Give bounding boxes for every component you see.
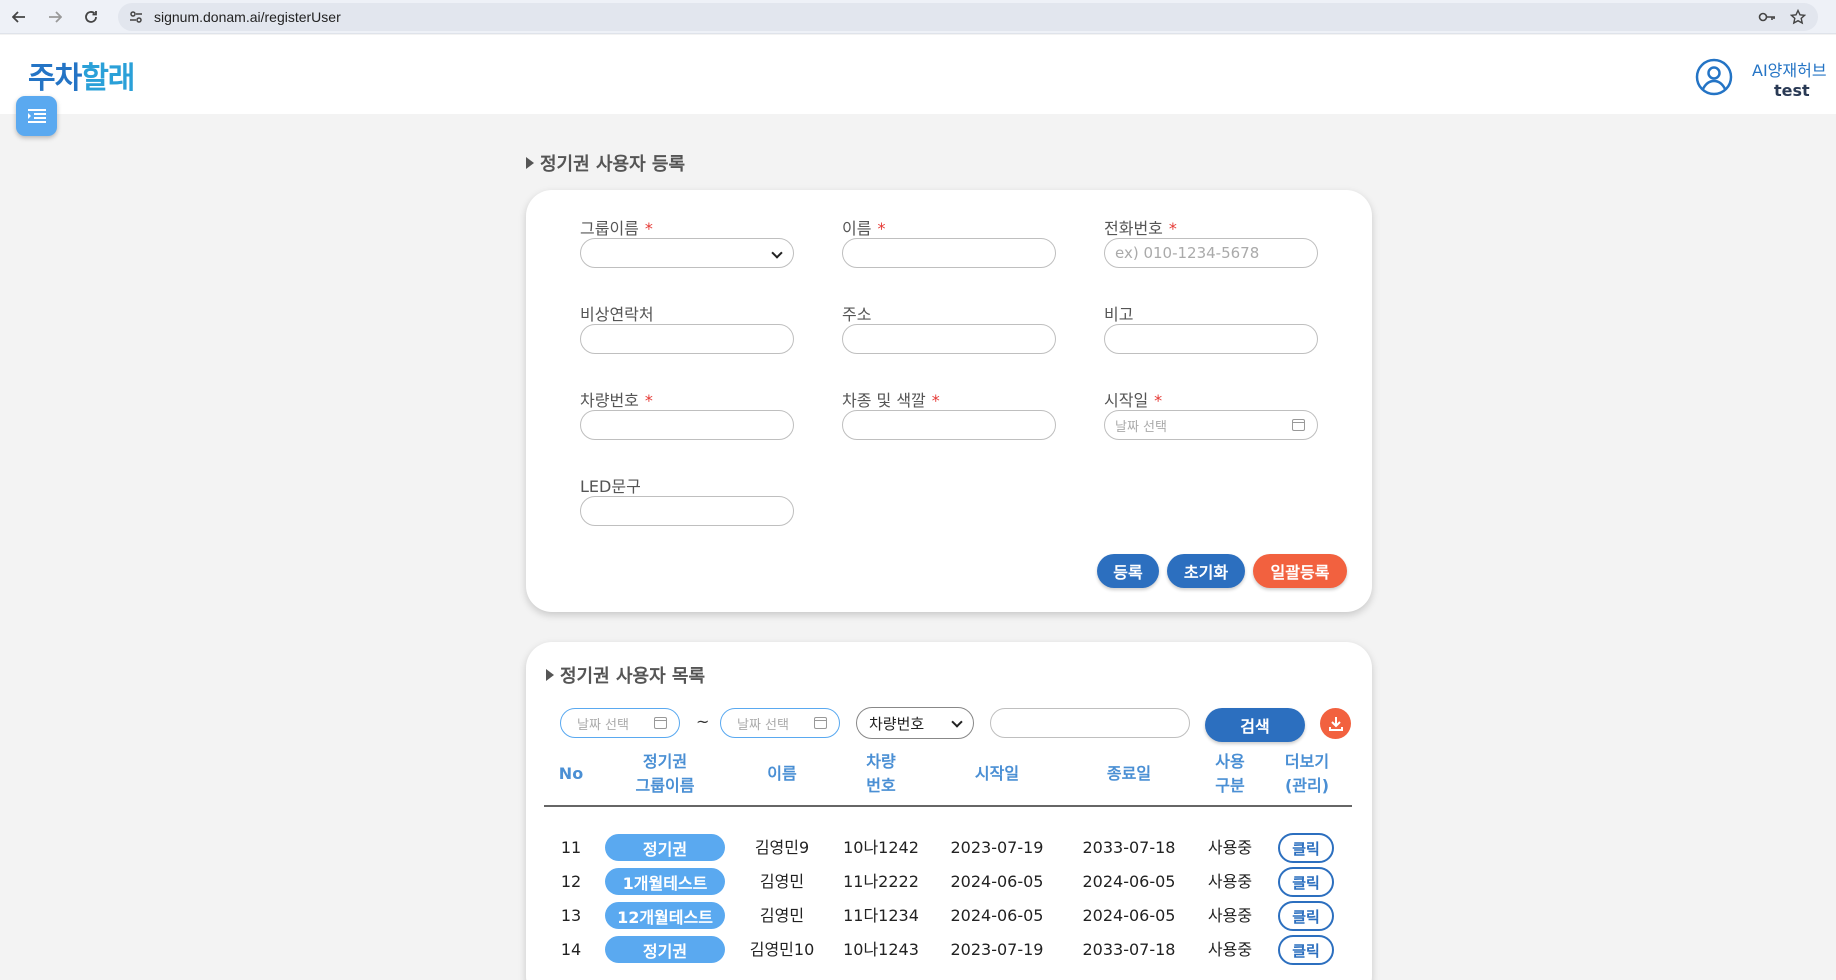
- cell-status: 사용중: [1207, 906, 1253, 925]
- cell-name: 김영민10: [749, 940, 815, 959]
- user-list-card: [526, 642, 1372, 980]
- phone-label: 전화번호 *: [1104, 219, 1177, 238]
- car-model-input[interactable]: [842, 410, 1056, 440]
- cell-no: 12: [560, 872, 582, 891]
- date-range-separator: ~: [696, 712, 710, 731]
- download-icon: [1328, 716, 1343, 731]
- search-type-select[interactable]: 차량번호: [856, 707, 974, 739]
- browser-toolbar: signum.donam.ai/registerUser: [0, 0, 1836, 34]
- bookmark-star-icon[interactable]: [1789, 8, 1807, 29]
- cell-no: 14: [560, 940, 582, 959]
- download-button[interactable]: [1320, 708, 1351, 739]
- cell-start: 2023-07-19: [950, 838, 1044, 857]
- cell-end: 2024-06-05: [1082, 872, 1176, 891]
- column-header-end: 종료일: [1106, 764, 1152, 783]
- column-header-status: 사용 구분: [1215, 752, 1245, 795]
- column-header-group: 정기권 그룹이름: [635, 752, 695, 795]
- list-section-title: 정기권 사용자 목록: [546, 662, 705, 688]
- group-badge: 1개월테스트: [605, 868, 725, 895]
- date-from-picker[interactable]: 날짜 선택: [560, 708, 680, 738]
- manage-button[interactable]: 클릭: [1278, 901, 1334, 931]
- column-header-start: 시작일: [974, 764, 1020, 783]
- cell-end: 2033-07-18: [1082, 940, 1176, 959]
- column-header-more: 더보기 (관리): [1284, 752, 1330, 795]
- led-text-input[interactable]: [580, 496, 794, 526]
- name-label: 이름 *: [842, 219, 886, 238]
- back-icon[interactable]: [10, 8, 28, 26]
- note-input[interactable]: [1104, 324, 1318, 354]
- triangle-icon: [526, 157, 534, 169]
- search-input[interactable]: [990, 708, 1190, 738]
- car-model-label: 차종 및 색깔 *: [842, 391, 940, 410]
- cell-end: 2033-07-18: [1082, 838, 1176, 857]
- site-info-icon[interactable]: [128, 9, 144, 25]
- address-label: 주소: [842, 305, 872, 324]
- register-button[interactable]: 등록: [1097, 554, 1159, 588]
- cell-name: 김영민9: [754, 838, 810, 857]
- table-header-divider: [544, 805, 1352, 807]
- cell-start: 2024-06-05: [950, 906, 1044, 925]
- address-bar[interactable]: signum.donam.ai/registerUser: [118, 3, 1818, 31]
- date-to-picker[interactable]: 날짜 선택: [720, 708, 840, 738]
- calendar-icon: [814, 717, 827, 729]
- note-label: 비고: [1104, 305, 1134, 324]
- cell-car: 11나2222: [843, 872, 919, 891]
- cell-no: 13: [560, 906, 582, 925]
- bulk-register-button[interactable]: 일괄등록: [1253, 554, 1347, 588]
- car-number-input[interactable]: [580, 410, 794, 440]
- url-text: signum.donam.ai/registerUser: [154, 9, 341, 25]
- calendar-icon: [654, 717, 667, 729]
- cell-start: 2024-06-05: [950, 872, 1044, 891]
- emergency-input[interactable]: [580, 324, 794, 354]
- cell-status: 사용중: [1207, 838, 1253, 857]
- group-badge: 정기권: [605, 834, 725, 861]
- cell-car: 10나1243: [843, 940, 919, 959]
- manage-button[interactable]: 클릭: [1278, 935, 1334, 965]
- address-input[interactable]: [842, 324, 1056, 354]
- sidebar-toggle-button[interactable]: [16, 96, 57, 136]
- cell-name: 김영민: [759, 872, 805, 891]
- reset-button[interactable]: 초기화: [1167, 554, 1245, 588]
- forward-icon[interactable]: [46, 8, 64, 26]
- group-name-label: 그룹이름 *: [580, 219, 653, 238]
- user-avatar-icon[interactable]: [1695, 58, 1733, 96]
- column-header-no: No: [558, 764, 584, 783]
- led-text-label: LED문구: [580, 477, 641, 496]
- group-name-select[interactable]: [580, 238, 794, 268]
- start-date-picker[interactable]: 날짜 선택: [1104, 410, 1318, 440]
- car-number-label: 차량번호 *: [580, 391, 653, 410]
- password-key-icon[interactable]: [1758, 9, 1776, 29]
- cell-end: 2024-06-05: [1082, 906, 1176, 925]
- group-badge: 정기권: [605, 936, 725, 963]
- cell-car: 11다1234: [843, 906, 919, 925]
- calendar-icon: [1292, 419, 1305, 431]
- cell-name: 김영민: [759, 906, 805, 925]
- column-header-name: 이름: [767, 764, 797, 783]
- cell-status: 사용중: [1207, 940, 1253, 959]
- triangle-icon: [546, 669, 554, 681]
- app-logo[interactable]: 주차할래: [28, 53, 135, 97]
- cell-status: 사용중: [1207, 872, 1253, 891]
- column-header-car: 차량 번호: [866, 752, 896, 795]
- app-header: 주차할래: [0, 35, 1836, 114]
- group-badge: 12개월테스트: [605, 902, 725, 929]
- manage-button[interactable]: 클릭: [1278, 833, 1334, 863]
- cell-no: 11: [560, 838, 582, 857]
- cell-start: 2023-07-19: [950, 940, 1044, 959]
- menu-indent-icon: [27, 109, 46, 123]
- user-organization: AI양재허브: [1752, 61, 1827, 80]
- start-date-label: 시작일 *: [1104, 391, 1163, 410]
- user-name: test: [1774, 81, 1810, 100]
- search-button[interactable]: 검색: [1205, 708, 1305, 742]
- cell-car: 10나1242: [843, 838, 919, 857]
- register-section-title: 정기권 사용자 등록: [526, 150, 685, 176]
- reload-icon[interactable]: [82, 8, 100, 26]
- name-input[interactable]: [842, 238, 1056, 268]
- phone-input[interactable]: ex) 010-1234-5678: [1104, 238, 1318, 268]
- emergency-label: 비상연락처: [580, 305, 654, 324]
- manage-button[interactable]: 클릭: [1278, 867, 1334, 897]
